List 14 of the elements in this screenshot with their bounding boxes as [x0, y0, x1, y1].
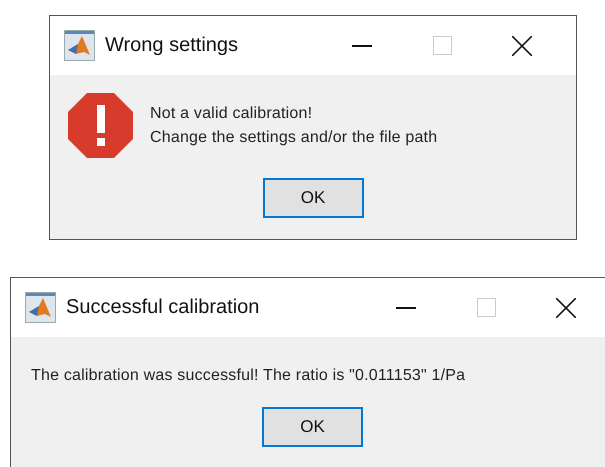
close-icon[interactable] [512, 36, 532, 56]
message-text: Change the settings and/or the file path [150, 128, 438, 146]
app-icon [25, 292, 56, 323]
minimize-icon[interactable] [352, 44, 372, 46]
minimize-icon[interactable] [396, 306, 416, 308]
message-text: The calibration was successful! The ratio is "0.011153" 1/Pa [31, 367, 466, 385]
window-title: Wrong settings [105, 34, 240, 57]
ok-button[interactable]: OK [262, 407, 363, 447]
error-icon [68, 93, 133, 158]
close-icon[interactable] [556, 298, 576, 318]
window-title: Successful calibration [66, 296, 260, 319]
ok-button[interactable]: OK [262, 178, 364, 218]
message-text: Not a valid calibration! [150, 104, 314, 122]
app-icon [64, 30, 95, 61]
